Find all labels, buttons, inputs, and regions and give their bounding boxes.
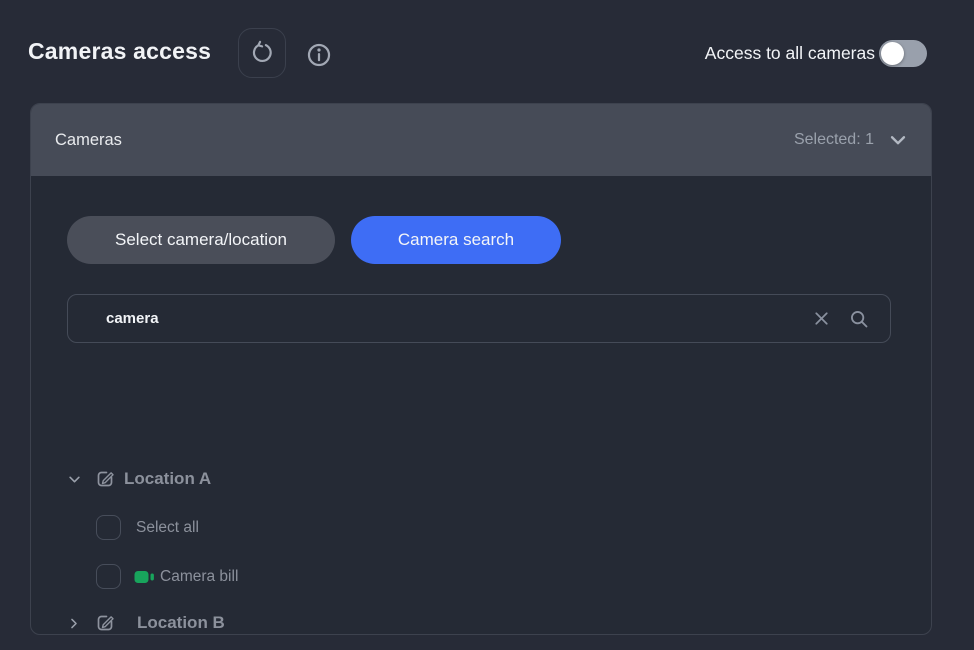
camera-search-input[interactable] [68, 310, 811, 327]
edit-icon[interactable] [94, 468, 116, 490]
chevron-down-icon[interactable] [887, 129, 909, 151]
tree-row-location-a: Location A [67, 468, 211, 490]
camera-search-box [67, 294, 891, 343]
refresh-icon [249, 40, 275, 66]
tab-select-camera-location[interactable]: Select camera/location [67, 216, 335, 264]
chevron-right-icon[interactable] [67, 616, 81, 631]
camera-name-label[interactable]: Camera bill [160, 568, 238, 586]
edit-icon[interactable] [94, 612, 116, 634]
select-all-checkbox[interactable] [96, 515, 121, 540]
tree-row-select-all: Select all [96, 515, 199, 540]
info-icon [305, 41, 333, 69]
camera-checkbox[interactable] [96, 564, 121, 589]
access-all-cameras-label: Access to all cameras [705, 43, 875, 64]
tab-camera-search[interactable]: Camera search [351, 216, 561, 264]
cameras-access-page: Cameras access Access to all cameras Cam… [0, 0, 974, 650]
cameras-panel-header[interactable]: Cameras Selected: 1 [31, 104, 931, 176]
panel-title: Cameras [55, 131, 122, 150]
access-all-cameras-toggle[interactable] [879, 40, 927, 67]
location-label[interactable]: Location B [137, 613, 225, 633]
tree-row-camera-bill: Camera bill [96, 564, 238, 589]
location-label[interactable]: Location A [124, 469, 211, 489]
selected-count-badge: Selected: 1 [794, 131, 874, 149]
access-all-cameras-control: Access to all cameras [705, 40, 927, 67]
chevron-down-icon[interactable] [67, 472, 82, 487]
cameras-panel: Cameras Selected: 1 Select camera/locati… [30, 103, 932, 635]
camera-video-icon [134, 568, 156, 586]
tree-row-location-b: Location B [67, 612, 225, 634]
page-title: Cameras access [28, 38, 211, 65]
select-all-label[interactable]: Select all [136, 519, 199, 537]
clear-x-icon[interactable] [811, 308, 832, 329]
refresh-button[interactable] [238, 28, 286, 78]
toggle-knob [881, 42, 904, 65]
info-button[interactable] [304, 40, 334, 70]
magnifier-icon[interactable] [848, 308, 870, 330]
